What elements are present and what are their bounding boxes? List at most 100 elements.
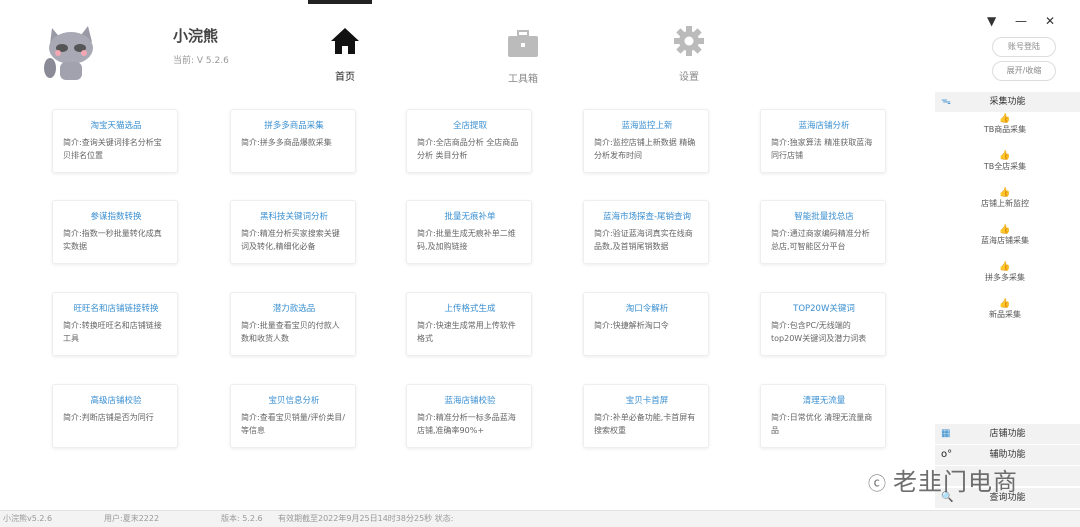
thumbs-up-icon: 👍 — [999, 114, 1011, 124]
feature-card-title: 全店提取 — [452, 121, 487, 131]
feature-card-desc: 简介:通过商家编码精准分析总店,可智能区分平台 — [771, 229, 870, 251]
expand-collapse-button[interactable]: 展开/收缩 — [992, 61, 1056, 81]
feature-card-desc: 简介:转换旺旺名和店铺链接工具 — [63, 321, 162, 343]
close-icon[interactable]: ✕ — [1045, 14, 1055, 28]
minimize-icon[interactable]: — — [1015, 14, 1027, 28]
tab-toolbox-label: 工具箱 — [508, 74, 538, 85]
feature-card[interactable]: TOP20W关键词 简介:包含PC/无线端的top20W关键词及潜力词表 — [760, 292, 886, 356]
feature-card-desc: 简介:判断店铺是否为同行 — [63, 413, 154, 422]
gear-icon — [674, 26, 704, 56]
collect-item-label: 拼多多采集 — [985, 273, 1025, 282]
feature-card-desc: 简介:批量查看宝贝的付款人数和收货人数 — [241, 321, 340, 343]
feature-card-title: 宝贝信息分析 — [268, 396, 320, 406]
feature-card-title: 淘宝天猫选品 — [90, 121, 142, 131]
feature-card-desc: 简介:精准分析一标多品蓝海店铺,准确率90%+ — [417, 413, 516, 435]
feature-card[interactable]: 黑科技关键词分析简介:精准分析买家搜索关键词及转化,精细化必备 — [230, 200, 356, 264]
app-name: 小浣熊 — [173, 27, 219, 45]
feature-card-desc: 简介:精准分析买家搜索关键词及转化,精细化必备 — [241, 229, 340, 251]
feature-card-title: 高级店铺校验 — [90, 396, 142, 406]
active-tab-indicator — [308, 0, 372, 4]
feature-card-desc: 简介:全店商品分析 全店商品分析 类目分析 — [417, 138, 519, 160]
feature-card-desc: 简介:拼多多商品爆款采集 — [241, 138, 332, 147]
section-store-label: 店铺功能 — [989, 429, 1026, 439]
feature-card-title: 拼多多商品采集 — [264, 121, 324, 131]
feature-card[interactable]: 潜力款选品 简介:批量查看宝贝的付款人数和收货人数 — [230, 292, 356, 356]
tab-home[interactable]: 首页 — [315, 26, 375, 83]
section-store[interactable]: ▦ 店铺功能 — [935, 424, 1080, 444]
collect-item[interactable]: 👍 蓝海店铺采集 — [950, 225, 1060, 246]
feature-card[interactable]: 参谋指数转换 简介:指数一秒批量转化成真实数据 — [52, 200, 178, 264]
feature-card[interactable]: 蓝海监控上新简介:监控店铺上新数据 精确分析发布时间 — [583, 109, 709, 173]
thumbs-up-icon: 👍 — [999, 262, 1011, 272]
account-login-button[interactable]: 账号登陆 — [992, 37, 1056, 57]
collect-item-label: 新品采集 — [989, 310, 1021, 319]
feature-card[interactable]: 蓝海市场探查-尾销查询简介:验证蓝海词真实在线商品数,及首销尾销数据 — [583, 200, 709, 264]
feature-card-desc: 简介:监控店铺上新数据 精确分析发布时间 — [594, 138, 696, 160]
feature-card-title: 黑科技关键词分析 — [259, 212, 328, 222]
dropdown-menu-icon[interactable]: ▼ — [987, 14, 996, 28]
feature-card-desc: 简介:查看宝贝销量/评价类目/等信息 — [241, 413, 346, 435]
store-icon: ▦ — [941, 428, 951, 439]
wechat-icon: ⓒ — [868, 474, 887, 495]
feature-card[interactable]: 上传格式生成 简介:快速生成常用上传软件格式 — [406, 292, 532, 356]
feature-card[interactable]: 全店提取简介:全店商品分析 全店商品分析 类目分析 — [406, 109, 532, 173]
feature-card[interactable]: 蓝海店铺分析简介:独家算法 精准获取蓝海同行店铺 — [760, 109, 886, 173]
collect-item[interactable]: 👍 TB全店采集 — [950, 151, 1060, 172]
feature-card-desc: 简介:补单必备功能,卡首屏有搜索权重 — [594, 413, 696, 435]
feature-card-desc: 简介:快捷解析淘口令 — [594, 321, 669, 330]
feature-card[interactable]: 拼多多商品采集简介:拼多多商品爆款采集 — [230, 109, 356, 173]
feature-card-title: 蓝海市场探查-尾销查询 — [602, 212, 692, 222]
raccoon-logo — [38, 22, 108, 82]
feature-card-title: 淘口令解析 — [625, 304, 669, 314]
thumbs-up-icon: 👍 — [999, 188, 1011, 198]
feature-card-title: 批量无痕补单 — [444, 212, 496, 222]
feature-card-desc: 简介:验证蓝海词真实在线商品数,及首销尾销数据 — [594, 229, 693, 251]
collect-section-header[interactable]: ᯓ 采集功能 — [935, 92, 1080, 112]
feature-card-desc: 简介:快速生成常用上传软件格式 — [417, 321, 516, 343]
feature-card-desc: 简介:包含PC/无线端的top20W关键词及潜力词表 — [771, 321, 867, 343]
tab-settings[interactable]: 设置 — [659, 26, 719, 83]
section-assist-label: 辅助功能 — [989, 450, 1026, 460]
feature-card[interactable]: 宝贝信息分析简介:查看宝贝销量/评价类目/等信息 — [230, 384, 356, 448]
feature-card-title: 蓝海店铺分析 — [798, 121, 850, 131]
collect-section-label: 采集功能 — [989, 97, 1026, 107]
wave-icon: ᯓ — [941, 96, 951, 107]
collect-item[interactable]: 👍 新品采集 — [950, 299, 1060, 320]
feature-card-title: 蓝海店铺校验 — [444, 396, 496, 406]
feature-card-title: 清理无流量 — [802, 396, 846, 406]
thumbs-up-icon: 👍 — [999, 151, 1011, 161]
collect-item-label: 蓝海店铺采集 — [981, 236, 1029, 245]
feature-card[interactable]: 宝贝卡首屏简介:补单必备功能,卡首屏有搜索权重 — [583, 384, 709, 448]
feature-card-desc: 简介:指数一秒批量转化成真实数据 — [63, 229, 162, 251]
feature-card[interactable]: 旺旺名和店铺链接转换 简介:转换旺旺名和店铺链接工具 — [52, 292, 178, 356]
feature-card[interactable]: 清理无流量简介:日常优化 清理无流量商品 — [760, 384, 886, 448]
toolbox-icon — [508, 30, 538, 57]
feature-card-title: 蓝海监控上新 — [621, 121, 673, 131]
collect-item[interactable]: 👍 店铺上新监控 — [950, 188, 1060, 209]
collect-item[interactable]: 👍 拼多多采集 — [950, 262, 1060, 283]
thumbs-up-icon: 👍 — [999, 225, 1011, 235]
feature-card[interactable]: 高级店铺校验简介:判断店铺是否为同行 — [52, 384, 178, 448]
watermark: ⓒ 老韭门电商 — [868, 462, 1018, 497]
collect-item-label: TB商品采集 — [983, 125, 1027, 134]
collect-item[interactable]: 👍 TB商品采集 — [950, 114, 1060, 135]
feature-card-desc: 简介:查询关键词排名分析宝贝排名位置 — [63, 138, 162, 160]
feature-card[interactable]: 蓝海店铺校验简介:精准分析一标多品蓝海店铺,准确率90%+ — [406, 384, 532, 448]
feature-card-title: 智能批量找总店 — [794, 212, 854, 222]
feature-card[interactable]: 智能批量找总店简介:通过商家编码精准分析总店,可智能区分平台 — [760, 200, 886, 264]
feature-card[interactable]: 淘口令解析简介:快捷解析淘口令 — [583, 292, 709, 356]
collect-item-label: TB全店采集 — [983, 162, 1027, 171]
feature-card[interactable]: 淘宝天猫选品简介:查询关键词排名分析宝贝排名位置 — [52, 109, 178, 173]
tab-toolbox[interactable]: 工具箱 — [493, 30, 553, 85]
status-user: 用户:夏末2222 — [104, 514, 160, 523]
feature-card-desc: 简介:独家算法 精准获取蓝海同行店铺 — [771, 138, 873, 160]
watermark-text: 老韭门电商 — [893, 468, 1018, 496]
tab-home-label: 首页 — [335, 72, 355, 83]
app-version: 当前: V 5.2.6 — [173, 56, 229, 66]
status-version: 版本: 5.2.6 — [221, 514, 263, 523]
status-expiry: 有效期截至2022年9月25日14时38分25秒 状态: — [278, 514, 454, 523]
feature-card[interactable]: 批量无痕补单 简介:批量生成无痕补单二维码,及加购链接 — [406, 200, 532, 264]
feature-card-desc: 简介:日常优化 清理无流量商品 — [771, 413, 873, 435]
feature-card-title: 宝贝卡首屏 — [625, 396, 669, 406]
status-bar: 小浣熊v5.2.6 用户:夏末2222 版本: 5.2.6 有效期截至2022年… — [0, 510, 1080, 527]
